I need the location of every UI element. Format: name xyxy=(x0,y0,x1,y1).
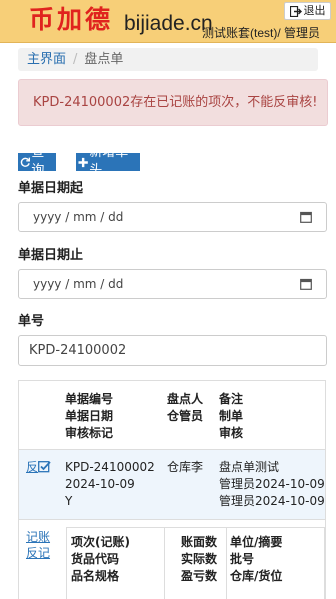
row-audit-flag: Y xyxy=(65,494,73,508)
calendar-icon[interactable] xyxy=(300,278,312,290)
detail-header-batch: 批号 xyxy=(230,552,255,566)
logo-domain: bijiade.cn xyxy=(124,12,213,35)
date-start-placeholder: yyyy / mm / dd xyxy=(33,210,124,224)
doc-no-input[interactable]: KPD-24100002 xyxy=(18,335,327,366)
header-warehouse-keeper: 仓管员 xyxy=(167,409,204,423)
detail-header-location: 仓库/货位 xyxy=(230,569,283,583)
date-start-input[interactable]: yyyy / mm / dd xyxy=(18,202,327,232)
logout-button[interactable]: 退出 xyxy=(284,2,331,20)
breadcrumb-home-link[interactable]: 主界面 xyxy=(27,52,66,67)
column-divider xyxy=(164,528,165,599)
breadcrumb: 主界面 / 盘点单 xyxy=(18,48,318,71)
row-remark: 盘点单测试 xyxy=(219,460,280,474)
add-header-button[interactable]: 新增单头 xyxy=(76,145,140,178)
detail-header-diff-qty: 盈亏数 xyxy=(181,569,218,583)
header-doc-no: 单据编号 xyxy=(65,392,114,406)
query-label: 查询 xyxy=(31,145,45,178)
detail-header-line-no: 项次(记账) xyxy=(71,535,130,549)
detail-header-unit: 单位/摘要 xyxy=(230,535,283,549)
top-bar: 币加德 bijiade.cn 测试账套(test)/ 管理员 退出 xyxy=(0,0,336,43)
header-creator: 制单 xyxy=(219,409,244,423)
header-doc-date: 单据日期 xyxy=(65,409,114,423)
logo-chinese: 币加德 xyxy=(29,5,114,34)
unaudit-label: 反 xyxy=(26,460,39,474)
add-header-label: 新增单头 xyxy=(89,145,129,178)
doc-no-label: 单号 xyxy=(18,314,45,329)
header-auditor: 审核 xyxy=(219,426,244,440)
detail-table: 项次(记账) 货品代码 品名规格 账面数 实际数 盈亏数 单位/摘要 批号 仓库… xyxy=(66,527,325,599)
results-grid: 单据编号 单据日期 审核标记 盘点人 仓管员 备注 制单 审核 反 KPD-24… xyxy=(18,380,326,599)
header-counter: 盘点人 xyxy=(167,392,204,406)
account-user-info: 测试账套(test)/ 管理员 xyxy=(202,26,321,40)
breadcrumb-current: 盘点单 xyxy=(84,52,124,67)
date-end-placeholder: yyyy / mm / dd xyxy=(33,277,124,291)
unpost-link[interactable]: 反记 xyxy=(26,545,50,561)
refresh-icon xyxy=(20,157,31,167)
row-doc-date: 2024-10-09 xyxy=(65,477,135,491)
unaudit-action[interactable]: 反 xyxy=(26,458,51,475)
row-auditor: 管理员2024-10-09 xyxy=(219,494,325,508)
error-alert: KPD-24100002存在已记账的项次，不能反审核! xyxy=(18,79,328,126)
detail-actions: 记账 反记 xyxy=(26,529,50,561)
header-audit-flag: 审核标记 xyxy=(65,426,114,440)
date-end-input[interactable]: yyyy / mm / dd xyxy=(18,269,327,299)
date-start-label: 单据日期起 xyxy=(18,181,84,196)
detail-header-actual-qty: 实际数 xyxy=(181,552,218,566)
plus-icon xyxy=(78,157,88,167)
breadcrumb-separator: / xyxy=(73,52,78,67)
detail-header-item-spec: 品名规格 xyxy=(71,569,120,583)
row-doc-no: KPD-24100002 xyxy=(65,460,155,474)
header-remark: 备注 xyxy=(219,392,244,406)
logout-label: 退出 xyxy=(303,4,326,17)
column-divider xyxy=(226,528,227,599)
table-row[interactable]: 反 KPD-24100002 2024-10-09 Y 仓库李 盘点单测试 管理… xyxy=(19,450,325,520)
query-button[interactable]: 查询 xyxy=(18,145,56,178)
row-counter: 仓库李 xyxy=(167,460,204,474)
row-creator: 管理员2024-10-09 xyxy=(219,477,325,491)
calendar-icon[interactable] xyxy=(300,211,312,223)
grid-header: 单据编号 单据日期 审核标记 盘点人 仓管员 备注 制单 审核 xyxy=(19,381,325,450)
date-end-label: 单据日期止 xyxy=(18,248,84,263)
logout-icon xyxy=(289,5,302,17)
post-link[interactable]: 记账 xyxy=(26,529,50,545)
detail-header-book-qty: 账面数 xyxy=(181,535,218,549)
check-square-icon xyxy=(38,461,51,473)
detail-header-item-code: 货品代码 xyxy=(71,552,120,566)
